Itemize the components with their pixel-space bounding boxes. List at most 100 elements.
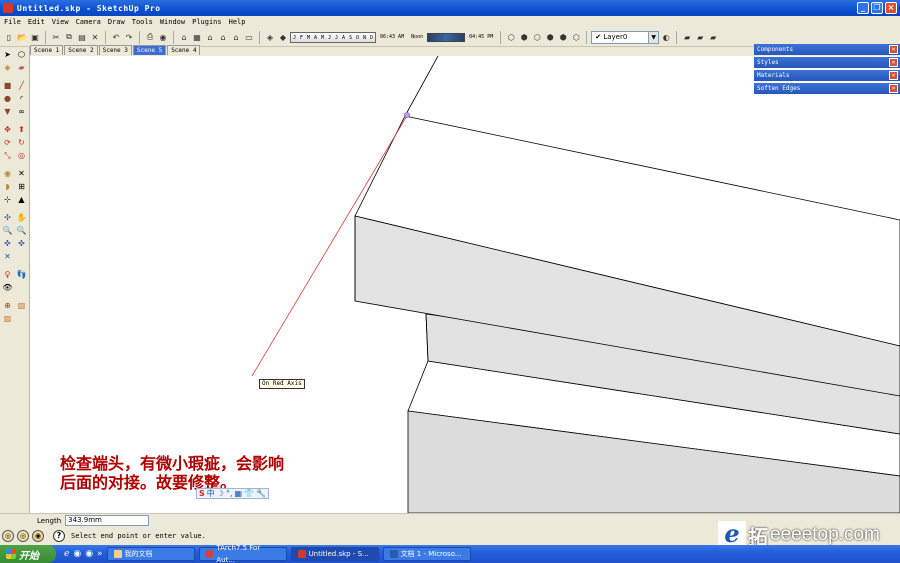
text-icon[interactable]: ⊞ <box>16 181 27 192</box>
media-icon[interactable]: ◉ <box>85 549 93 559</box>
position-camera-icon[interactable]: ♀ <box>2 269 13 280</box>
ime-toolbar[interactable]: S 中 ☽ °, ▦ 👕 🔧 <box>196 488 269 499</box>
save-icon[interactable]: ▣ <box>29 31 41 43</box>
ie-icon[interactable]: ℯ <box>64 549 69 559</box>
restore-button[interactable]: ❐ <box>871 2 883 14</box>
follow-me-icon[interactable]: ↻ <box>16 137 27 148</box>
model-info-icon[interactable]: ◉ <box>157 31 169 43</box>
credits-icon[interactable]: ◎ <box>17 530 29 542</box>
tab-scene-5[interactable]: Scene 5 <box>132 45 167 55</box>
ime-moon-icon[interactable]: ☽ <box>217 489 224 498</box>
textured-style-icon[interactable]: ⬢ <box>557 31 569 43</box>
section-cut-icon[interactable]: ▨ <box>2 313 13 324</box>
close-button[interactable]: × <box>885 2 897 14</box>
tray-components[interactable]: Components × <box>754 44 900 55</box>
pan-hand-icon[interactable]: ✋ <box>16 212 27 223</box>
minimize-button[interactable]: _ <box>857 2 869 14</box>
walk-icon[interactable]: 👣 <box>16 269 27 280</box>
tray-styles[interactable]: Styles × <box>754 57 900 68</box>
task-word[interactable]: 文档 1 - Microso... <box>382 547 471 561</box>
front-view-icon[interactable]: ⌂ <box>204 31 216 43</box>
ime-tools-icon[interactable]: 🔧 <box>256 489 266 498</box>
ime-punct-toggle[interactable]: °, <box>226 489 233 498</box>
tray-soften-edges[interactable]: Soften Edges × <box>754 83 900 94</box>
more-icon[interactable]: » <box>97 549 103 559</box>
tab-scene-3[interactable]: Scene 3 <box>98 45 132 55</box>
menu-tools[interactable]: Tools <box>132 18 153 26</box>
tape-measure-icon[interactable]: ◉ <box>2 168 13 179</box>
chevron-down-icon[interactable]: ▼ <box>648 31 659 43</box>
menu-camera[interactable]: Camera <box>76 18 101 26</box>
protractor-icon[interactable]: ◗ <box>2 181 13 192</box>
measure-input[interactable]: 343.9mm <box>65 515 150 526</box>
shaded-style-icon[interactable]: ⬢ <box>544 31 556 43</box>
sketchup-app-icon[interactable] <box>3 3 13 13</box>
menu-edit[interactable]: Edit <box>28 18 45 26</box>
close-icon[interactable]: × <box>889 58 898 67</box>
paint-bucket-icon[interactable]: ◈ <box>2 62 13 73</box>
close-icon[interactable]: × <box>889 45 898 54</box>
shadow-month-slider[interactable]: J F M A M J J A S O N D <box>290 31 376 44</box>
sandbox-icon-3[interactable]: ▰ <box>707 31 719 43</box>
sandbox-icon-2[interactable]: ▰ <box>694 31 706 43</box>
undo-icon[interactable]: ↶ <box>110 31 122 43</box>
top-view-icon[interactable]: ▦ <box>191 31 203 43</box>
section-plane-icon[interactable]: ⊕ <box>2 300 13 311</box>
right-view-icon[interactable]: ⌂ <box>217 31 229 43</box>
menu-window[interactable]: Window <box>160 18 185 26</box>
iso-view-icon[interactable]: ⌂ <box>178 31 190 43</box>
erase-x-icon[interactable]: ✕ <box>89 31 101 43</box>
offset-icon[interactable]: ◎ <box>16 150 27 161</box>
push-pull-icon[interactable]: ⬆ <box>16 124 27 135</box>
menu-plugins[interactable]: Plugins <box>192 18 222 26</box>
menu-view[interactable]: View <box>52 18 69 26</box>
copy-icon[interactable]: ⧉ <box>63 31 75 43</box>
user-icon[interactable]: ◉ <box>32 530 44 542</box>
layer-manager-icon[interactable]: ◐ <box>660 31 672 43</box>
select-arrow-icon[interactable]: ➤ <box>2 49 13 60</box>
display-shadows-icon[interactable]: ◆ <box>277 31 289 43</box>
dimension-icon[interactable]: ✕ <box>16 168 27 179</box>
component-icon[interactable]: ⬡ <box>16 49 27 60</box>
axes-icon[interactable]: ⊹ <box>2 194 13 205</box>
redo-icon[interactable]: ↷ <box>123 31 135 43</box>
sandbox-icon[interactable]: ▰ <box>681 31 693 43</box>
rectangle-icon[interactable]: ■ <box>2 80 13 91</box>
hidden-line-style-icon[interactable]: ⬡ <box>531 31 543 43</box>
scale-icon[interactable]: ⤡ <box>2 150 13 161</box>
move-icon[interactable]: ✥ <box>2 124 13 135</box>
polygon-icon[interactable]: ▼ <box>2 106 13 117</box>
desktop-icon[interactable]: ◉ <box>73 549 81 559</box>
shadow-settings-icon[interactable]: ◈ <box>264 31 276 43</box>
monochrome-style-icon[interactable]: ⬡ <box>570 31 582 43</box>
rotate-icon[interactable]: ⟳ <box>2 137 13 148</box>
open-folder-icon[interactable]: 📂 <box>16 31 28 43</box>
cut-icon[interactable]: ✂ <box>50 31 62 43</box>
new-file-icon[interactable]: ▯ <box>3 31 15 43</box>
shadow-time-slider[interactable] <box>427 32 466 42</box>
close-icon[interactable]: × <box>889 84 898 93</box>
zoom-icon[interactable]: 🔍 <box>2 225 13 236</box>
close-icon[interactable]: × <box>889 71 898 80</box>
task-sketchup[interactable]: Untitled.skp - S... <box>290 547 379 561</box>
arc-icon[interactable]: ◜ <box>16 93 27 104</box>
paste-icon[interactable]: ▤ <box>76 31 88 43</box>
next-view-icon[interactable]: ✕ <box>2 251 13 262</box>
tray-materials[interactable]: Materials × <box>754 70 900 81</box>
back-view-icon[interactable]: ⌂ <box>230 31 242 43</box>
ime-lang-toggle[interactable]: 中 <box>207 488 215 499</box>
task-tarch[interactable]: TArch7.5 For Aut... <box>198 544 287 563</box>
section-display-icon[interactable]: ▨ <box>16 300 27 311</box>
left-view-icon[interactable]: ▭ <box>243 31 255 43</box>
menu-draw[interactable]: Draw <box>108 18 125 26</box>
orbit-icon[interactable]: ✣ <box>2 212 13 223</box>
tab-scene-4[interactable]: Scene 4 <box>167 45 201 55</box>
menu-file[interactable]: File <box>4 18 21 26</box>
look-around-icon[interactable]: 👁 <box>2 282 13 293</box>
help-icon[interactable]: ? <box>53 530 65 542</box>
geo-location-icon[interactable]: ◎ <box>2 530 14 542</box>
model-viewport[interactable]: On Red Axis 检查端头，有微小瑕疵，会影响 后面的对接。故要修整。 S… <box>30 56 900 513</box>
menu-help[interactable]: Help <box>229 18 246 26</box>
task-my-documents[interactable]: 我的文档 <box>106 547 195 561</box>
line-pencil-icon[interactable]: ╱ <box>16 80 27 91</box>
